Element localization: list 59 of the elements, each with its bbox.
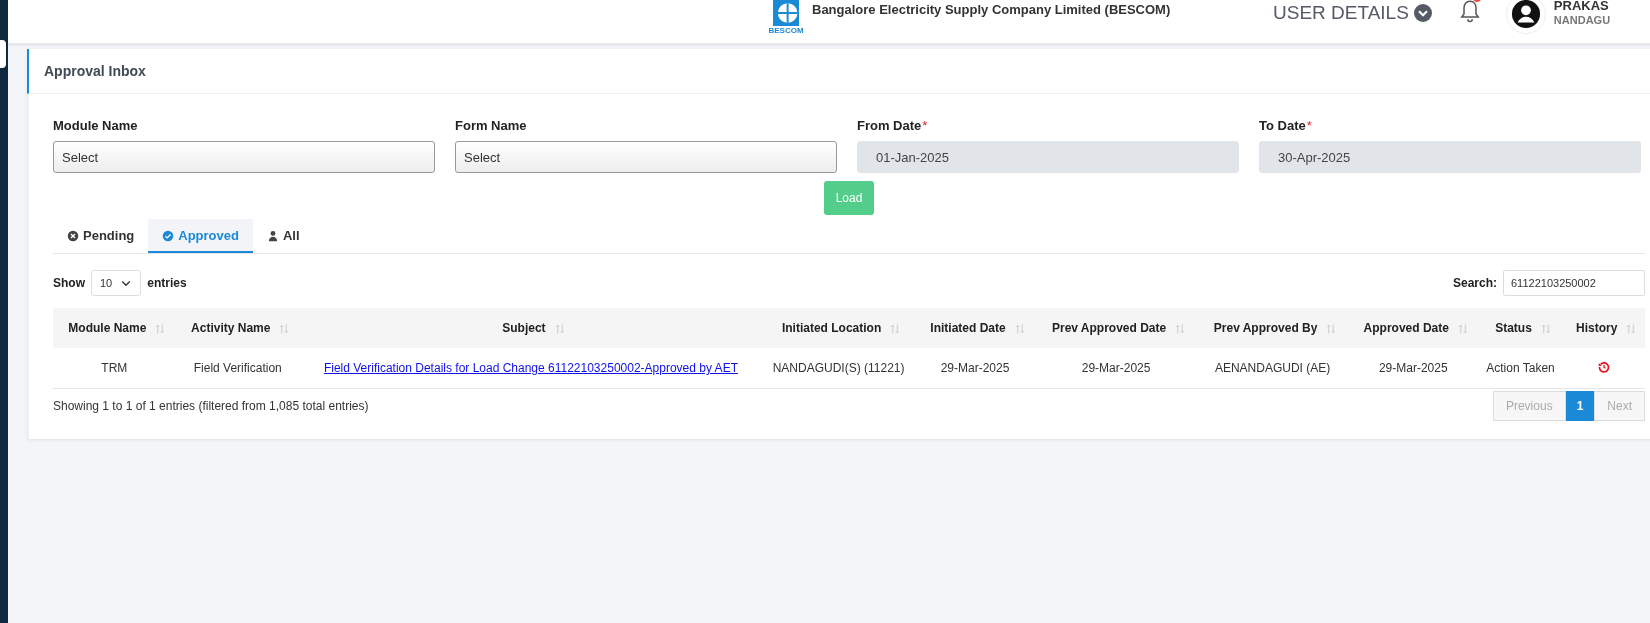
user-icon	[266, 229, 279, 242]
column-header[interactable]: Status	[1478, 308, 1563, 348]
date-field[interactable]: 30-Apr-2025	[1259, 141, 1641, 173]
column-header[interactable]: Prev Approved Date	[1034, 308, 1198, 348]
history-icon[interactable]	[1597, 360, 1610, 373]
logo-text: BESCOM	[768, 26, 804, 35]
field-label: To Date*	[1259, 118, 1313, 133]
tab[interactable]: All	[252, 219, 314, 253]
sort-icon[interactable]	[278, 322, 291, 335]
table-cell: TRM	[101, 361, 128, 375]
entries-select[interactable]: 10	[91, 270, 142, 296]
check-circle-icon	[162, 229, 175, 242]
entries-label: entries	[147, 276, 187, 290]
close-circle-icon	[67, 229, 79, 242]
sort-icon[interactable]	[889, 322, 902, 335]
side-tab[interactable]	[0, 40, 6, 68]
user-location: NANDAGU	[1553, 14, 1611, 26]
chevron-down-icon	[1413, 4, 1432, 22]
field-label: From Date*	[857, 118, 929, 133]
table-cell: 29-Mar-2025	[940, 361, 1010, 375]
user-name: PRAKAS	[1553, 0, 1610, 12]
show-label: Show	[53, 276, 85, 290]
column-header[interactable]: Subject	[299, 308, 763, 348]
column-header[interactable]: Approved Date	[1347, 308, 1479, 348]
sort-icon[interactable]	[1174, 322, 1187, 335]
date-field[interactable]: 01-Jan-2025	[857, 141, 1239, 173]
search-field[interactable]: 61122103250002	[1503, 270, 1645, 296]
column-header[interactable]: Prev Approved By	[1197, 308, 1348, 348]
panel-title: Approval Inbox	[44, 63, 147, 79]
column-header[interactable]: Initiated Date	[915, 308, 1035, 348]
sort-icon[interactable]	[1625, 322, 1638, 335]
subject-link[interactable]: Field Verification Details for Load Change 61122103250002-Approved by AET	[323, 361, 738, 375]
sort-icon[interactable]	[1013, 322, 1026, 335]
sort-icon[interactable]	[1539, 322, 1552, 335]
table-info: Showing 1 to 1 of 1 entries (filtered from 1,085 total entries)	[53, 399, 369, 413]
page-button[interactable]: 1	[1565, 391, 1595, 421]
column-header[interactable]: Activity Name	[175, 308, 300, 348]
sort-icon[interactable]	[1325, 322, 1338, 335]
company-name: Bangalore Electricity Supply Company Limited (BESCOM)	[812, 2, 1171, 17]
sort-icon[interactable]	[154, 322, 167, 335]
table-cell: 29-Mar-2025	[1081, 361, 1151, 375]
table-cell: AENANDAGUDI (AE)	[1214, 361, 1331, 375]
select-field[interactable]: Select	[53, 141, 435, 173]
column-header[interactable]: History	[1562, 308, 1645, 348]
table-cell: Action Taken	[1486, 361, 1555, 375]
select-field[interactable]: Select	[455, 141, 837, 173]
column-header[interactable]: Module Name	[53, 308, 176, 348]
column-header[interactable]: Initiated Location	[762, 308, 916, 348]
table-cell: Field Verification	[193, 361, 282, 375]
bell-icon	[1457, 0, 1482, 24]
sort-icon[interactable]	[1456, 322, 1469, 335]
field-label: Module Name	[53, 118, 139, 133]
tab[interactable]: Pending	[53, 219, 149, 253]
table-cell: 29-Mar-2025	[1378, 361, 1448, 375]
field-label: Form Name	[455, 118, 528, 133]
user-details-button[interactable]: USER DETAILS	[1273, 2, 1432, 24]
search-label: Search:	[1452, 276, 1497, 290]
table-cell: NANDAGUDI(S) (11221)	[772, 361, 905, 375]
sort-icon[interactable]	[553, 322, 566, 335]
